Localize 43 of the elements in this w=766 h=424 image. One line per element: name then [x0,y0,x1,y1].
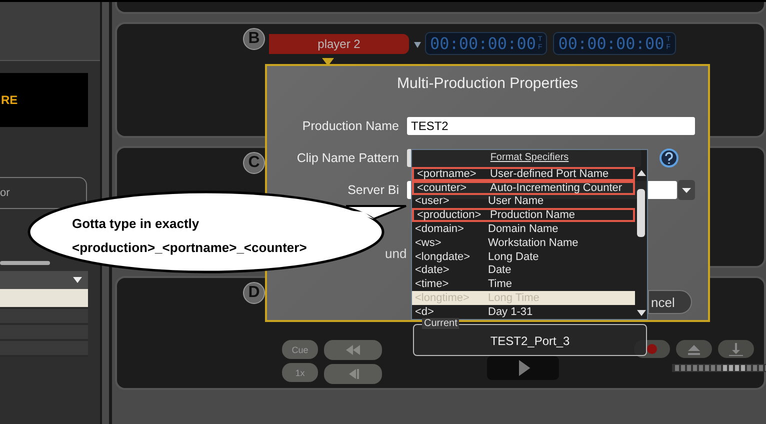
scroll-thumb[interactable] [637,189,645,237]
eject-button-icon[interactable] [676,340,712,358]
specifier-item[interactable]: <counter> Auto-Incrementing Counter [412,180,635,195]
specifier-item[interactable]: <date> Date [412,264,635,278]
caret-icon [73,277,82,283]
specifier-item[interactable]: <longdate> Long Date [412,250,635,264]
specifier-item[interactable]: <ws> Workstation Name [412,236,635,250]
timecode-value: 00:00:00:00 [430,34,536,53]
specifier-item[interactable]: <user> User Name [412,194,635,208]
player-badge: B [243,28,265,50]
specifier-item[interactable]: <domain> Domain Name [412,222,635,236]
specifier-item[interactable]: <production> Production Name [412,208,635,222]
scrollbar[interactable] [0,261,50,265]
current-value: TEST2_Port_3 [489,334,571,348]
field-label: Server Bi [346,182,399,196]
list-row[interactable] [0,289,88,309]
option-label: und [385,246,407,261]
annotation-text: <production>_<portname>_<counter> [72,240,307,255]
field-label: Production Name [301,118,399,132]
popup-title: Format Specifiers [490,152,569,163]
player-name-bar[interactable]: player 2 [269,34,409,54]
specifier-item[interactable]: <d> Day 1-31 [412,304,635,319]
field-label: Clip Name Pattern [296,150,399,164]
help-icon[interactable] [659,148,679,168]
dropdown-caret-icon[interactable] [678,180,695,200]
caret-icon[interactable] [414,42,421,48]
timecode-value: 00:00:00:00 [558,34,664,53]
specifier-item[interactable]: <portname> User-defined Port Name [412,167,635,181]
step-back-button-icon[interactable] [324,364,382,384]
dialog-title: Multi-Production Properties [396,75,579,92]
group-label: Current [422,318,460,329]
download-button-icon[interactable] [718,340,754,358]
banner-text: RE [1,93,18,107]
jog-strip-icon[interactable] [672,364,766,372]
annotation-text: Gotta type in exactly [72,216,200,231]
specifier-item[interactable]: <time> Time [412,277,635,292]
scroll-down-icon[interactable] [636,310,646,316]
rewind-button-icon[interactable] [324,340,382,360]
player-badge: D [243,282,265,304]
scroll-up-icon[interactable] [636,170,646,176]
production-name-field[interactable]: TEST2 [407,116,695,134]
cancel-button[interactable]: ncel [648,290,692,314]
player-badge: C [243,152,265,174]
